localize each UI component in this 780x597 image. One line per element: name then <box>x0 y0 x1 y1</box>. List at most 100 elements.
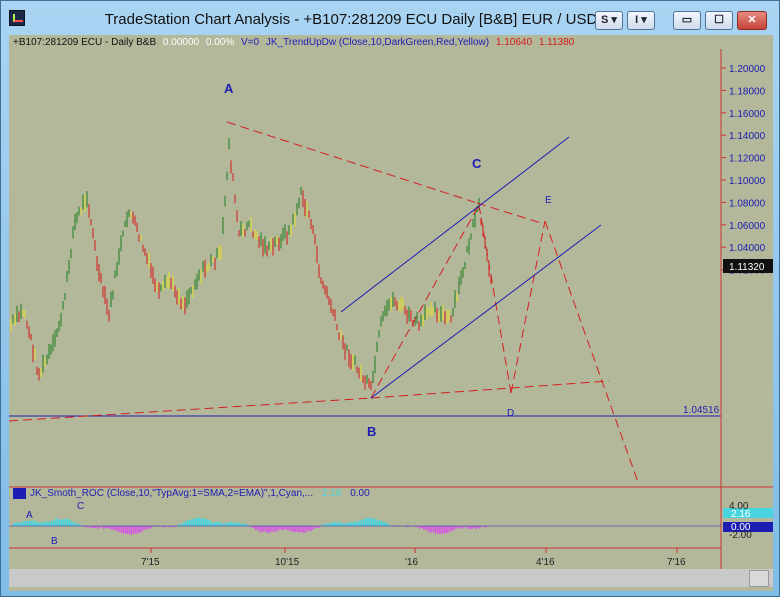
roc-bar <box>185 521 187 526</box>
roc-bar <box>269 526 271 533</box>
roc-bar <box>95 526 97 529</box>
roc-bar <box>13 523 15 526</box>
roc-bar <box>35 521 37 526</box>
time-tick-label: 7'15 <box>141 557 160 568</box>
price-tick-label: 1.12000 <box>729 154 766 165</box>
roc-label-a: A <box>26 510 33 521</box>
roc-bar <box>25 520 27 526</box>
roc-bar <box>191 519 193 526</box>
roc-bar <box>227 523 229 526</box>
roc-bar <box>443 526 445 534</box>
roc-bar <box>23 521 25 526</box>
roc-bar <box>229 522 231 526</box>
channel-upper <box>340 136 570 313</box>
roc-bar <box>349 522 351 526</box>
roc-bar <box>325 523 327 526</box>
i-menu-button[interactable]: I ▾ <box>627 11 655 30</box>
title-bar[interactable]: TradeStation Chart Analysis - +B107:2812… <box>1 1 779 35</box>
roc-bar <box>129 526 131 535</box>
roc-bar <box>107 526 109 529</box>
roc-bar <box>257 526 259 530</box>
time-tick-label: 10'15 <box>275 557 300 568</box>
roc-bar <box>351 522 353 526</box>
roc-bar <box>291 526 293 532</box>
roc-bar <box>341 523 343 526</box>
roc-bar <box>197 517 199 526</box>
roc-bar <box>43 522 45 526</box>
roc-label-c: C <box>77 501 84 512</box>
roc-bar <box>47 521 49 526</box>
chart-plot-area[interactable]: +B107:281209 ECU - Daily B&B 0.00000 0.0… <box>9 35 773 591</box>
roc-bar <box>329 522 331 526</box>
roc-bar <box>183 522 185 526</box>
roc-bar <box>255 526 257 531</box>
roc-bar <box>67 518 69 526</box>
roc-bar <box>445 526 447 534</box>
roc-bar <box>233 523 235 526</box>
roc-bar <box>39 522 41 526</box>
roc-bar <box>429 526 431 533</box>
wave-label-a: A <box>224 81 234 96</box>
time-tick-label: '16 <box>405 557 418 568</box>
price-tick-label: 1.06000 <box>729 221 766 232</box>
s-menu-button[interactable]: S ▾ <box>595 11 623 30</box>
price-tick-label: 1.04000 <box>729 243 766 254</box>
roc-bar <box>387 523 389 526</box>
price-tick-label: 1.16000 <box>729 109 766 120</box>
maximize-button[interactable]: ☐ <box>705 11 733 30</box>
roc-bar <box>263 526 265 532</box>
roc-bar <box>243 523 245 526</box>
horizontal-scrollbar[interactable] <box>9 569 773 587</box>
close-button[interactable]: ✕ <box>737 11 767 30</box>
roc-bar <box>299 526 301 533</box>
wave-label-c: C <box>472 156 482 171</box>
roc-bar <box>431 526 433 533</box>
roc-bar <box>41 521 43 526</box>
roc-bar <box>339 521 341 526</box>
roc-bar <box>423 526 425 530</box>
roc-bar <box>359 520 361 526</box>
roc-bar <box>71 521 73 526</box>
price-tick-label: 1.20000 <box>729 64 766 75</box>
roc-bar <box>383 522 385 526</box>
roc-bar <box>49 521 51 526</box>
roc-bar <box>369 518 371 526</box>
roc-bar <box>33 520 35 526</box>
roc-bar <box>113 526 115 530</box>
roc-bar <box>149 526 151 529</box>
price-tick-label: 1.14000 <box>729 131 766 142</box>
roc-bar <box>51 521 53 526</box>
roc-axis-216: 2.16 <box>731 509 751 520</box>
roc-bar <box>361 520 363 526</box>
roc-bar <box>225 522 227 526</box>
roc-bar <box>139 526 141 533</box>
roc-bar <box>199 517 201 526</box>
roc-bar <box>345 522 347 526</box>
roc-bar <box>311 526 313 531</box>
scroll-thumb[interactable] <box>749 570 769 587</box>
roc-bar <box>133 526 135 534</box>
last-price-label: 1.11320 <box>729 262 765 273</box>
roc-bar <box>61 519 63 526</box>
roc-bar <box>55 518 57 526</box>
roc-bar <box>309 526 311 532</box>
roc-bar <box>31 520 33 526</box>
roc-bar <box>221 523 223 526</box>
roc-bar <box>371 517 373 526</box>
minimize-button[interactable]: ▭ <box>673 11 701 30</box>
roc-bar <box>357 521 359 526</box>
roc-bar <box>19 522 21 526</box>
roc-bar <box>231 521 233 526</box>
wave-c-d <box>478 204 512 394</box>
roc-histogram <box>9 517 721 535</box>
price-tick-label: 1.18000 <box>729 86 766 97</box>
roc-bar <box>271 526 273 532</box>
roc-bar <box>285 526 287 530</box>
roc-bar <box>205 519 207 526</box>
roc-bar <box>73 522 75 526</box>
roc-value-1: 2.16 <box>321 488 342 500</box>
roc-bar <box>355 521 357 526</box>
roc-bar <box>363 518 365 526</box>
roc-bar <box>437 526 439 534</box>
roc-bar <box>97 526 99 530</box>
